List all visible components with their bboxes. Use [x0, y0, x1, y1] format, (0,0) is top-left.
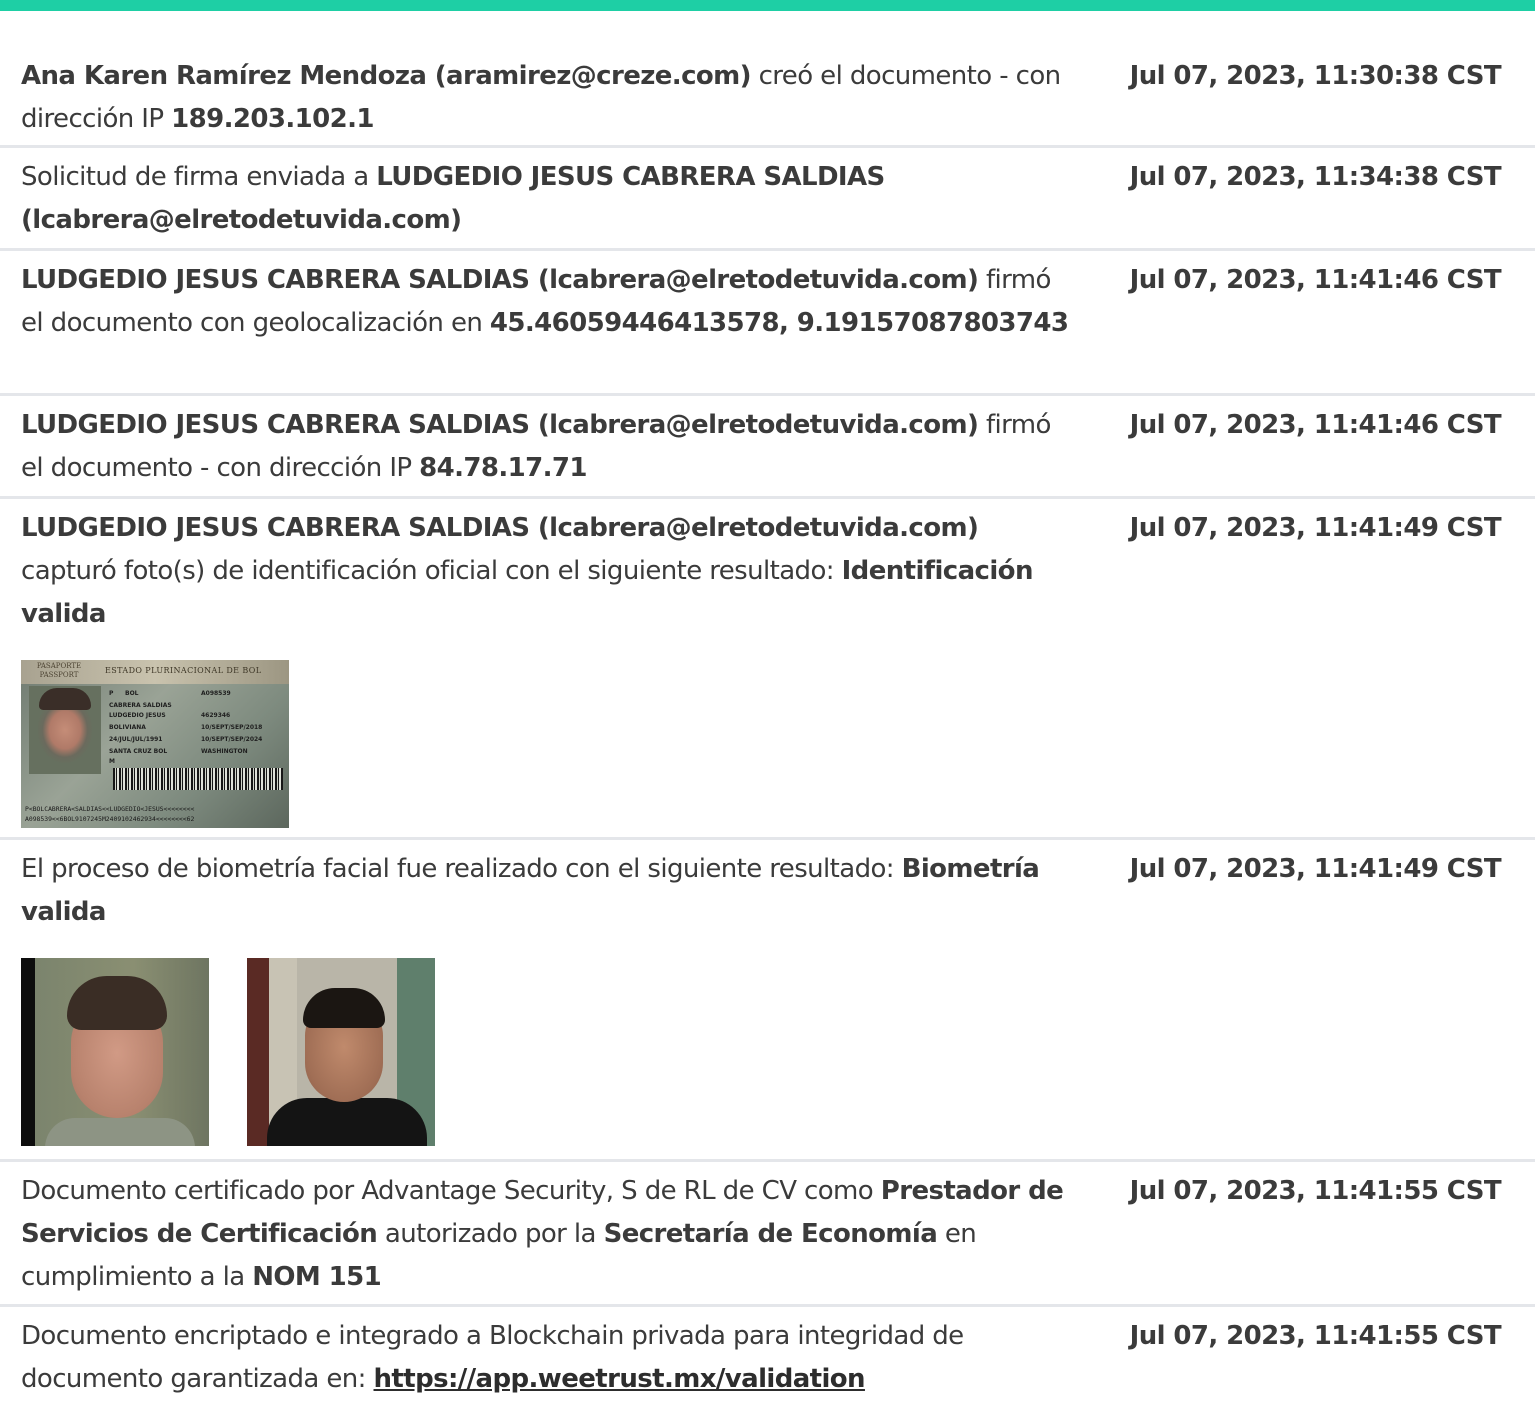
entry-text-part: LUDGEDIO JESUS CABRERA SALDIAS (lcabrera… — [21, 410, 979, 440]
entry-date: Jul 07, 2023, 11:41:55 CST — [1129, 1176, 1502, 1206]
log-entry: Ana Karen Ramírez Mendoza (aramirez@crez… — [0, 55, 1535, 148]
entry-text: Ana Karen Ramírez Mendoza (aramirez@crez… — [21, 55, 1071, 141]
entry-date: Jul 07, 2023, 11:41:49 CST — [1129, 513, 1502, 543]
entry-text: Solicitud de firma enviada a LUDGEDIO JE… — [21, 156, 1071, 242]
log-entry: Solicitud de firma enviada a LUDGEDIO JE… — [0, 148, 1535, 251]
log-entry: LUDGEDIO JESUS CABRERA SALDIAS (lcabrera… — [0, 251, 1535, 396]
entry-text: LUDGEDIO JESUS CABRERA SALDIAS (lcabrera… — [21, 259, 1071, 345]
top-accent-bar — [0, 0, 1535, 11]
validation-link[interactable]: https://app.weetrust.mx/validation — [374, 1364, 866, 1394]
entry-text: Documento encriptado e integrado a Block… — [21, 1315, 1071, 1401]
log-entry: Documento encriptado e integrado a Block… — [0, 1307, 1535, 1419]
entry-date: Jul 07, 2023, 11:30:38 CST — [1129, 61, 1502, 91]
id-face-photo — [21, 958, 209, 1146]
entry-date: Jul 07, 2023, 11:41:55 CST — [1129, 1321, 1502, 1351]
entry-date: Jul 07, 2023, 11:34:38 CST — [1129, 162, 1502, 192]
entry-text-part: Documento certificado por Advantage Secu… — [21, 1176, 881, 1206]
entry-date: Jul 07, 2023, 11:41:46 CST — [1129, 265, 1502, 295]
entry-text-part: 189.203.102.1 — [171, 104, 374, 134]
entry-text: LUDGEDIO JESUS CABRERA SALDIAS (lcabrera… — [21, 507, 1071, 636]
entry-text-part: El proceso de biometría facial fue reali… — [21, 854, 902, 884]
log-entry: Documento certificado por Advantage Secu… — [0, 1162, 1535, 1307]
log-entry: LUDGEDIO JESUS CABRERA SALDIAS (lcabrera… — [0, 396, 1535, 499]
entry-text-part: 45.46059446413578, 9.19157087803743 — [489, 308, 1069, 338]
passport-photo: PASAPORTE PASSPORT ESTADO PLURINACIONAL D… — [21, 660, 289, 828]
entry-text-part: capturó foto(s) de identificación oficia… — [21, 556, 842, 586]
log-entry: El proceso de biometría facial fue reali… — [0, 840, 1535, 1162]
entry-text-part: NOM 151 — [252, 1262, 382, 1292]
entry-date: Jul 07, 2023, 11:41:49 CST — [1129, 854, 1502, 884]
entry-text: El proceso de biometría facial fue reali… — [21, 848, 1071, 934]
entry-text-part: Secretaría de Economía — [603, 1219, 938, 1249]
entry-date: Jul 07, 2023, 11:41:46 CST — [1129, 410, 1502, 440]
log-entry: LUDGEDIO JESUS CABRERA SALDIAS (lcabrera… — [0, 499, 1535, 840]
entry-text-part: 84.78.17.71 — [419, 453, 587, 483]
entry-text-part: Solicitud de firma enviada a — [21, 162, 377, 192]
entry-text: LUDGEDIO JESUS CABRERA SALDIAS (lcabrera… — [21, 404, 1071, 490]
entry-text-part: Ana Karen Ramírez Mendoza (aramirez@crez… — [21, 61, 752, 91]
entry-text-part: autorizado por la — [377, 1219, 604, 1249]
selfie-photo — [247, 958, 435, 1146]
audit-log: Ana Karen Ramírez Mendoza (aramirez@crez… — [0, 55, 1535, 1419]
entry-text-part: LUDGEDIO JESUS CABRERA SALDIAS (lcabrera… — [21, 513, 979, 543]
entry-text-part: LUDGEDIO JESUS CABRERA SALDIAS (lcabrera… — [21, 265, 979, 295]
entry-text: Documento certificado por Advantage Secu… — [21, 1170, 1071, 1299]
